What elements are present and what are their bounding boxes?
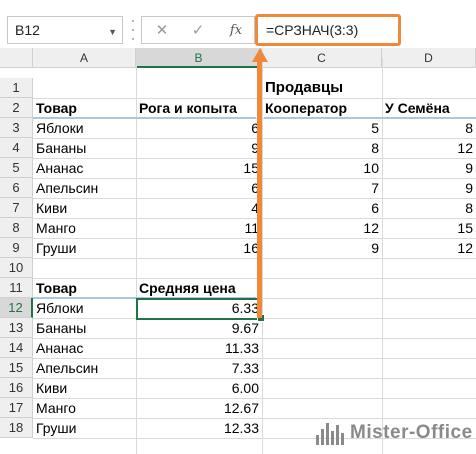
cell-b18[interactable]: 12.33 <box>136 418 262 438</box>
cell-b8[interactable]: 11 <box>136 218 262 238</box>
cell-b15[interactable]: 7.33 <box>136 358 262 378</box>
cell-a15[interactable]: Апельсин <box>33 358 136 378</box>
column-header-a[interactable]: A <box>33 48 136 68</box>
spreadsheet-window: B12 ▼ ✕ ✓ fx =СРЗНАЧ(3:3) A B C D 1 2 3 … <box>0 0 476 454</box>
cell-d5[interactable]: 9 <box>382 158 476 178</box>
name-box[interactable]: B12 ▼ <box>7 16 123 44</box>
row-header-16[interactable]: 16 <box>0 378 33 398</box>
row-header-14[interactable]: 14 <box>0 338 33 358</box>
row-header-17[interactable]: 17 <box>0 398 33 418</box>
cell-b13[interactable]: 9.67 <box>136 318 262 338</box>
row-header-1[interactable]: 1 <box>0 78 33 98</box>
active-cell-border <box>136 298 262 320</box>
cell-a6[interactable]: Апельсин <box>33 178 136 198</box>
cell-c3[interactable]: 5 <box>262 118 382 138</box>
row-header-11[interactable]: 11 <box>0 278 33 298</box>
cell-b2[interactable]: Рога и копыта <box>136 98 262 118</box>
insert-function-icon[interactable]: fx <box>226 21 246 41</box>
row-header-10[interactable]: 10 <box>0 258 33 278</box>
select-all-corner[interactable] <box>0 48 33 68</box>
row-header-9[interactable]: 9 <box>0 238 33 258</box>
row-header-6[interactable]: 6 <box>0 178 33 198</box>
cell-c6[interactable]: 7 <box>262 178 382 198</box>
cell-a4[interactable]: Бананы <box>33 138 136 158</box>
cell-c9[interactable]: 9 <box>262 238 382 258</box>
name-box-dropdown-icon[interactable]: ▼ <box>108 19 117 45</box>
column-header-b[interactable]: B <box>136 48 262 68</box>
column-header-d[interactable]: D <box>382 48 476 68</box>
cell-d4[interactable]: 12 <box>382 138 476 158</box>
cell-a3[interactable]: Яблоки <box>33 118 136 138</box>
cell-c4[interactable]: 8 <box>262 138 382 158</box>
cell-b7[interactable]: 4 <box>136 198 262 218</box>
cell-b16[interactable]: 6.00 <box>136 378 262 398</box>
cell-b17[interactable]: 12.67 <box>136 398 262 418</box>
cell-a8[interactable]: Манго <box>33 218 136 238</box>
gridline <box>33 258 476 259</box>
mister-office-logo: Mister-Office <box>316 418 473 448</box>
cell-d2[interactable]: У Семёна <box>382 98 476 118</box>
row-header-3[interactable]: 3 <box>0 118 33 138</box>
cell-d3[interactable]: 8 <box>382 118 476 138</box>
cell-d6[interactable]: 9 <box>382 178 476 198</box>
row-header-13[interactable]: 13 <box>0 318 33 338</box>
cell-a12[interactable]: Яблоки <box>33 298 136 318</box>
cell-b3[interactable]: 6 <box>136 118 262 138</box>
cell-a11[interactable]: Товар <box>33 278 136 298</box>
cell-a16[interactable]: Киви <box>33 378 136 398</box>
cell-a7[interactable]: Киви <box>33 198 136 218</box>
cell-c2[interactable]: Кооператор <box>262 98 382 118</box>
cancel-icon[interactable]: ✕ <box>152 21 172 41</box>
cell-c7[interactable]: 6 <box>262 198 382 218</box>
cell-c1-sellers[interactable]: Продавцы <box>262 78 346 98</box>
cell-b4[interactable]: 9 <box>136 138 262 158</box>
name-box-value: B12 <box>15 22 40 38</box>
cell-b9[interactable]: 16 <box>136 238 262 258</box>
cell-d8[interactable]: 15 <box>382 218 476 238</box>
row-header-4[interactable]: 4 <box>0 138 33 158</box>
cell-b6[interactable]: 6 <box>136 178 262 198</box>
cell-a9[interactable]: Груши <box>33 238 136 258</box>
cell-b5[interactable]: 15 <box>136 158 262 178</box>
cell-a14[interactable]: Ананас <box>33 338 136 358</box>
enter-icon[interactable]: ✓ <box>188 21 208 41</box>
cell-a2[interactable]: Товар <box>33 98 136 118</box>
row-header-7[interactable]: 7 <box>0 198 33 218</box>
row-header-2[interactable]: 2 <box>0 98 33 118</box>
column-header-c[interactable]: C <box>262 48 382 68</box>
cell-a13[interactable]: Бананы <box>33 318 136 338</box>
cell-d9[interactable]: 12 <box>382 238 476 258</box>
cell-a17[interactable]: Манго <box>33 398 136 418</box>
worksheet-grid: A B C D 1 2 3 4 5 6 7 8 9 10 11 12 13 14… <box>0 48 476 454</box>
annotation-arrow-shaft <box>257 60 262 318</box>
cell-b14[interactable]: 11.33 <box>136 338 262 358</box>
row-header-18[interactable]: 18 <box>0 418 33 438</box>
logo-text: Mister-Office <box>350 422 473 443</box>
row-header-15[interactable]: 15 <box>0 358 33 378</box>
cell-c5[interactable]: 10 <box>262 158 382 178</box>
annotation-arrow-head <box>252 48 268 62</box>
cell-d7[interactable]: 8 <box>382 198 476 218</box>
cell-a18[interactable]: Груши <box>33 418 136 438</box>
row-header-12[interactable]: 12 <box>0 298 33 318</box>
cell-a5[interactable]: Ананас <box>33 158 136 178</box>
formula-bar-splitter[interactable] <box>131 20 134 40</box>
cell-c8[interactable]: 12 <box>262 218 382 238</box>
formula-bar-buttons: ✕ ✓ fx <box>141 16 255 44</box>
formula-highlight-box <box>255 14 401 46</box>
cell-b11[interactable]: Средняя цена <box>136 278 262 298</box>
logo-bars-icon <box>316 421 344 445</box>
row-header-5[interactable]: 5 <box>0 158 33 178</box>
row-header-8[interactable]: 8 <box>0 218 33 238</box>
